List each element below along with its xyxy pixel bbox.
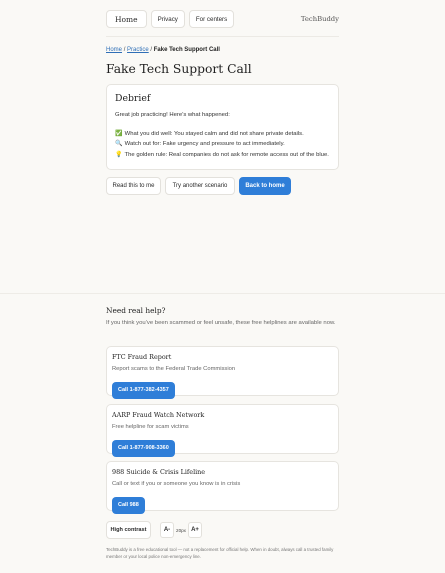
nav-for-centers-button[interactable]: For centers: [188, 10, 235, 28]
debrief-point: 🔍 Watch out for: Fake urgency and pressu…: [115, 139, 330, 150]
helpline-card: AARP Fraud Watch Network Free helpline f…: [106, 404, 339, 457]
helpline-name: AARP Fraud Watch Network: [112, 411, 205, 419]
helpline-name: FTC Fraud Report: [112, 353, 172, 361]
footer-disclaimer: TechBuddy is a free educational tool — n…: [106, 547, 334, 559]
help-title: Need real help?: [106, 306, 166, 315]
font-size-value: 20px: [176, 527, 186, 533]
call-988-button[interactable]: Call 988: [112, 496, 145, 514]
debrief-intro: Great job practicing! Here’s what happen…: [115, 112, 230, 118]
top-nav: Home Privacy For centers TechBuddy: [106, 9, 339, 29]
breadcrumb: Home / Practice / Fake Tech Support Call: [106, 47, 339, 53]
breadcrumb-home-link[interactable]: Home: [106, 47, 122, 53]
helpline-name: 988 Suicide & Crisis Lifeline: [112, 468, 206, 476]
light-bulb-icon: 💡: [115, 151, 123, 158]
breadcrumb-practice-link[interactable]: Practice: [127, 47, 149, 53]
debrief-point-text: The golden rule: Real companies do not a…: [124, 151, 329, 158]
header-divider: [106, 36, 339, 37]
call-aarp-button[interactable]: Call 1-877-908-3360: [112, 439, 175, 457]
back-to-home-button[interactable]: Back to home: [239, 177, 291, 195]
breadcrumb-current: Fake Tech Support Call: [153, 47, 220, 53]
debrief-actions: Read this to me Try another scenario Bac…: [106, 177, 339, 195]
read-aloud-button[interactable]: Read this to me: [106, 177, 161, 195]
debrief-point-text: Watch out for: Fake urgency and pressure…: [124, 141, 285, 147]
helpline-description: Call or text if you or someone you know …: [112, 481, 241, 487]
brand-logo[interactable]: TechBuddy: [301, 15, 339, 23]
magnifier-icon: 🔍: [115, 141, 123, 147]
help-description: If you think you’ve been scammed or feel…: [106, 320, 336, 326]
debrief-heading: Debrief: [115, 93, 151, 104]
check-mark-icon: ✅: [115, 130, 123, 137]
debrief-card: Debrief Great job practicing! Here’s wha…: [106, 84, 339, 170]
helpline-card: FTC Fraud Report Report scams to the Fed…: [106, 346, 339, 399]
call-ftc-button[interactable]: Call 1-877-382-4357: [112, 381, 175, 399]
debrief-point-text: What you did well: You stayed calm and d…: [124, 130, 304, 137]
debrief-point: 💡 The golden rule: Real companies do not…: [115, 150, 330, 161]
page-title: Fake Tech Support Call: [106, 62, 252, 76]
increase-font-button[interactable]: A+: [188, 522, 202, 538]
helpline-description: Report scams to the Federal Trade Commis…: [112, 366, 236, 372]
high-contrast-toggle[interactable]: High contrast: [106, 521, 151, 539]
debrief-point: ✅ What you did well: You stayed calm and…: [115, 129, 330, 140]
nav-home-button[interactable]: Home: [106, 10, 147, 28]
nav-privacy-button[interactable]: Privacy: [150, 10, 185, 28]
helpline-description: Free helpline for scam victims: [112, 424, 189, 430]
accessibility-controls: High contrast A- 20px A+: [106, 521, 339, 539]
try-another-scenario-button[interactable]: Try another scenario: [165, 177, 235, 195]
decrease-font-button[interactable]: A-: [160, 522, 174, 538]
helpline-card: 988 Suicide & Crisis Lifeline Call or te…: [106, 461, 339, 514]
